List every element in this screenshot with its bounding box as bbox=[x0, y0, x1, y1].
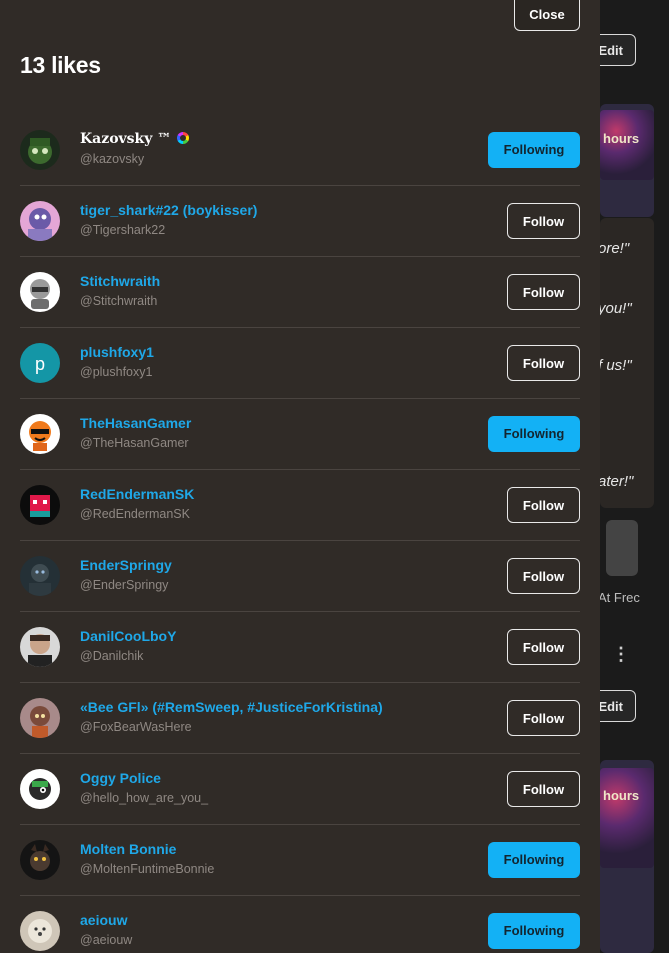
avatar[interactable] bbox=[20, 840, 60, 880]
follow-button[interactable]: Follow bbox=[507, 700, 580, 736]
user-name[interactable]: TheHasanGamer bbox=[80, 415, 191, 431]
user-name[interactable]: Stitchwraith bbox=[80, 273, 160, 289]
close-button[interactable]: Close bbox=[514, 0, 580, 31]
user-handle: @MoltenFuntimeBonnie bbox=[80, 862, 215, 876]
user-handle: @plushfoxy1 bbox=[80, 365, 153, 379]
background-thumbnail-2 bbox=[600, 768, 654, 868]
avatar[interactable] bbox=[20, 911, 60, 951]
user-handle: @Danilchik bbox=[80, 649, 144, 663]
background-thumb-text-1: hours bbox=[603, 131, 640, 146]
background-quote-2: you!" bbox=[598, 300, 632, 317]
follow-button[interactable]: Follow bbox=[507, 203, 580, 239]
avatar[interactable]: p bbox=[20, 343, 60, 383]
follow-button[interactable]: Follow bbox=[507, 274, 580, 310]
user-name[interactable]: Kazovsky ™ bbox=[80, 131, 190, 147]
user-handle: @EnderSpringy bbox=[80, 578, 169, 592]
avatar[interactable] bbox=[20, 769, 60, 809]
user-handle: @hello_how_are_you_ bbox=[80, 791, 209, 805]
avatar-letter: p bbox=[35, 354, 45, 374]
user-handle: @TheHasanGamer bbox=[80, 436, 189, 450]
background-media-block bbox=[606, 520, 638, 576]
background-caption: At Frec bbox=[598, 590, 640, 605]
avatar[interactable] bbox=[20, 414, 60, 454]
follow-button[interactable]: Follow bbox=[507, 771, 580, 807]
follow-button[interactable]: Follow bbox=[507, 345, 580, 381]
user-name[interactable]: tiger_shark#22 (boykisser) bbox=[80, 202, 257, 218]
list-item: p plushfoxy1 @plushfoxy1 Follow bbox=[20, 328, 580, 399]
user-handle: @kazovsky bbox=[80, 152, 145, 166]
follow-button[interactable]: Follow bbox=[507, 558, 580, 594]
list-item: aeiouw @aeiouw Following bbox=[20, 896, 580, 953]
user-handle: @RedEndermanSK bbox=[80, 507, 190, 521]
likes-list: Kazovsky ™ @kazovsky Following tiger_sha… bbox=[20, 115, 580, 953]
user-handle: @FoxBearWasHere bbox=[80, 720, 192, 734]
following-button[interactable]: Following bbox=[488, 416, 580, 452]
list-item: DanilCooLboY @Danilchik Follow bbox=[20, 612, 580, 683]
user-name[interactable]: plushfoxy1 bbox=[80, 344, 154, 360]
avatar[interactable] bbox=[20, 130, 60, 170]
user-handle: @Stitchwraith bbox=[80, 294, 158, 308]
background-thumb-text-2: hours bbox=[603, 788, 640, 803]
list-item: Stitchwraith @Stitchwraith Follow bbox=[20, 257, 580, 328]
list-item: Kazovsky ™ @kazovsky Following bbox=[20, 115, 580, 186]
follow-button[interactable]: Follow bbox=[507, 629, 580, 665]
user-name[interactable]: aeiouw bbox=[80, 912, 127, 928]
following-button[interactable]: Following bbox=[488, 132, 580, 168]
avatar[interactable] bbox=[20, 627, 60, 667]
avatar[interactable] bbox=[20, 556, 60, 596]
likes-modal: Close 13 likes Kazovsky ™ @kazovsky Foll… bbox=[0, 0, 600, 953]
user-name[interactable]: EnderSpringy bbox=[80, 557, 172, 573]
background-quote-3: f us!" bbox=[598, 357, 632, 374]
avatar[interactable] bbox=[20, 272, 60, 312]
follow-button[interactable]: Follow bbox=[507, 487, 580, 523]
avatar[interactable] bbox=[20, 698, 60, 738]
following-button[interactable]: Following bbox=[488, 913, 580, 949]
background-quote-1: ore!" bbox=[598, 240, 630, 257]
list-item: Oggy Police @hello_how_are_you_ Follow bbox=[20, 754, 580, 825]
user-name[interactable]: «Bee GFl» (#RemSweep, #JusticeForKristin… bbox=[80, 699, 383, 715]
user-name[interactable]: RedEndermanSK bbox=[80, 486, 194, 502]
list-item: «Bee GFl» (#RemSweep, #JusticeForKristin… bbox=[20, 683, 580, 754]
following-button[interactable]: Following bbox=[488, 842, 580, 878]
avatar[interactable] bbox=[20, 201, 60, 241]
user-name[interactable]: Oggy Police bbox=[80, 770, 161, 786]
verified-badge-icon bbox=[177, 132, 190, 144]
user-handle: @Tigershark22 bbox=[80, 223, 166, 237]
more-options-icon[interactable]: ⋮ bbox=[612, 645, 630, 663]
list-item: Molten Bonnie @MoltenFuntimeBonnie Follo… bbox=[20, 825, 580, 896]
user-name[interactable]: Molten Bonnie bbox=[80, 841, 176, 857]
background-quote-4: ater!" bbox=[598, 473, 634, 490]
user-handle: @aeiouw bbox=[80, 933, 133, 947]
likes-count-title: 13 likes bbox=[20, 52, 101, 78]
user-name[interactable]: DanilCooLboY bbox=[80, 628, 176, 644]
list-item: EnderSpringy @EnderSpringy Follow bbox=[20, 541, 580, 612]
list-item: RedEndermanSK @RedEndermanSK Follow bbox=[20, 470, 580, 541]
avatar[interactable] bbox=[20, 485, 60, 525]
list-item: tiger_shark#22 (boykisser) @Tigershark22… bbox=[20, 186, 580, 257]
list-item: TheHasanGamer @TheHasanGamer Following bbox=[20, 399, 580, 470]
